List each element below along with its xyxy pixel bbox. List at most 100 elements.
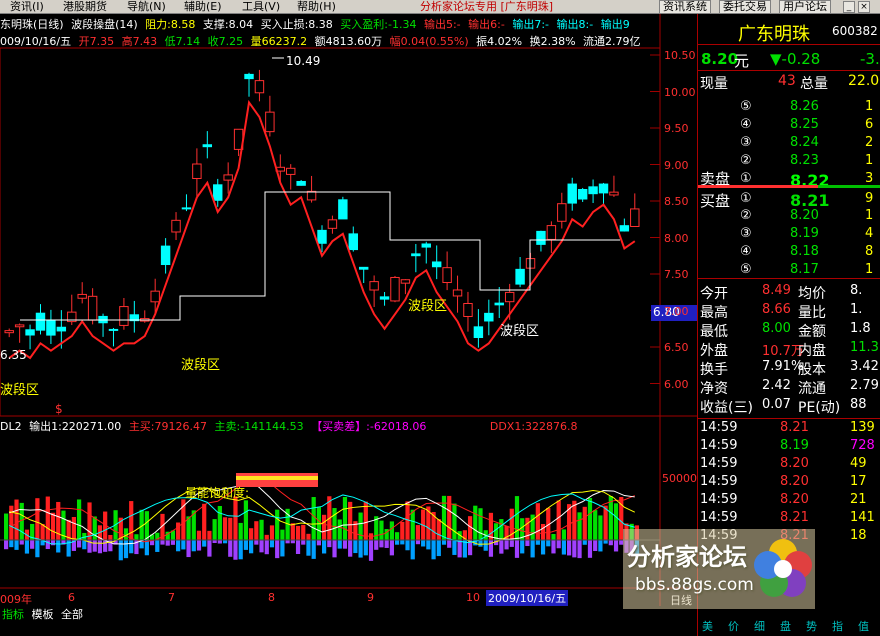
volume-bar	[613, 503, 619, 540]
buy-price: 8.18	[790, 244, 819, 259]
tick-time: 14:59	[700, 456, 738, 471]
volume-bar	[582, 506, 587, 540]
flow-bar	[348, 540, 353, 557]
tab-indicator[interactable]: 指标	[0, 606, 26, 622]
tick-time: 14:59	[700, 420, 738, 435]
buy-price: 8.17	[790, 262, 819, 277]
candle-body	[546, 225, 557, 240]
volume-bar	[50, 512, 56, 540]
total-vol: 22.0	[848, 73, 880, 89]
bottom-tab-6[interactable]: 值	[858, 618, 869, 634]
flow-bar	[35, 540, 40, 558]
volume-bar	[436, 519, 441, 540]
candle-body	[46, 319, 56, 336]
bottom-tab-3[interactable]: 盘	[780, 618, 791, 634]
volume-bar	[243, 500, 249, 540]
price-unit: 元	[734, 52, 750, 70]
volume-bar	[572, 500, 577, 540]
volume-bar	[259, 519, 264, 540]
tick-time: 14:59	[700, 474, 738, 489]
flow-bar	[603, 540, 608, 544]
flow-bar	[9, 540, 14, 548]
sell-vol: 2	[865, 135, 874, 150]
tick-vol: 17	[850, 474, 867, 489]
quote-float: 流通2.79亿	[583, 35, 641, 48]
volume-bar	[87, 502, 92, 540]
stat-row: 收益(三) 0.07 PE(动) 88	[700, 397, 880, 416]
volume-bar	[379, 520, 384, 540]
last-price: 8.20	[701, 50, 739, 68]
flow-bar	[394, 540, 400, 545]
candle-body	[390, 276, 400, 302]
candle-body	[598, 183, 609, 194]
sell-level-num: ④	[740, 117, 752, 132]
flow-bar	[327, 540, 332, 548]
price-tick-label: 6.50	[664, 341, 689, 354]
minimize-icon[interactable]: _	[843, 1, 855, 13]
trade-button[interactable]: 委托交易	[719, 0, 771, 14]
bottom-tab-0[interactable]: 美	[702, 618, 713, 634]
volume-bar	[332, 508, 337, 540]
buy-level-num: ③	[740, 226, 752, 241]
forum-button[interactable]: 用户论坛	[779, 0, 831, 14]
tick-time: 14:59	[700, 438, 738, 453]
flow-bar	[431, 540, 436, 560]
stat-value-2: 1.	[850, 302, 863, 317]
candle-body	[56, 326, 67, 332]
quote-chg: 幅0.04(0.55%)	[389, 35, 469, 48]
volume-bar	[14, 499, 19, 540]
tick-vol: 49	[850, 456, 867, 471]
tick-row: 14:59 8.21 139	[700, 420, 880, 438]
volume-bar	[593, 510, 598, 540]
sub-axis-label: 50000	[662, 472, 697, 485]
volume-bar	[35, 498, 40, 540]
tick-vol: 141	[850, 510, 875, 525]
stat-label: 净资	[700, 381, 728, 397]
tab-all[interactable]: 全部	[59, 606, 85, 622]
candle-body	[411, 253, 421, 257]
bottom-tab-2[interactable]: 细	[754, 618, 765, 634]
stat-label: 最高	[700, 305, 728, 321]
bottom-tab-5[interactable]: 指	[832, 618, 843, 634]
flow-bar	[97, 540, 103, 554]
volume-bar	[45, 496, 50, 540]
quote-high: 高7.43	[121, 35, 158, 48]
price-tick-label: 6.00	[664, 377, 689, 391]
quote-low: 低7.14	[164, 35, 201, 48]
flow-bar	[608, 540, 613, 546]
stat-row: 最低 8.00 金额 1.8	[700, 321, 880, 340]
buy-level-row: ① 8.21 9	[700, 191, 880, 210]
flow-bar	[50, 540, 56, 546]
volume-bar	[587, 498, 593, 540]
candle-body	[338, 199, 348, 220]
flow-bar	[332, 540, 337, 558]
wave-label-4: 波段区	[500, 324, 540, 339]
out5-value: 输出5:-	[423, 18, 461, 31]
stat-label: 换手	[700, 362, 728, 378]
flow-bar	[342, 540, 348, 549]
sub-buy: 主买:79126.47	[128, 420, 208, 433]
wave-label-3: 波段区	[408, 299, 448, 314]
bottom-tab-4[interactable]: 势	[806, 618, 817, 634]
flow-bar	[181, 540, 186, 550]
buy-level-num: ②	[740, 208, 752, 223]
tick-row: 14:59 8.20 17	[700, 474, 880, 492]
dollar-marker: $	[55, 402, 63, 416]
price-tick-label: 8.50	[664, 195, 689, 208]
price-chart[interactable]	[0, 0, 697, 636]
saturation-label: 量能饱和度:	[185, 486, 250, 500]
flow-bar	[165, 540, 170, 546]
sub-name: DL2	[0, 420, 22, 433]
flow-bar	[567, 540, 572, 556]
sell-level-row: ③ 8.24 2	[700, 135, 880, 153]
tab-template[interactable]: 模板	[30, 606, 56, 622]
candle-body	[630, 208, 640, 227]
stock-label: 东明珠(日线)	[0, 18, 64, 31]
price-tick-label: 9.50	[664, 122, 689, 135]
date-tick-3: 8	[268, 591, 275, 604]
sell-price: 8.24	[790, 135, 819, 150]
flow-bar	[405, 540, 410, 551]
bottom-tab-1[interactable]: 价	[728, 618, 739, 634]
close-icon[interactable]: ×	[858, 1, 870, 13]
indicator-name: 波段操盘(14)	[71, 18, 138, 31]
